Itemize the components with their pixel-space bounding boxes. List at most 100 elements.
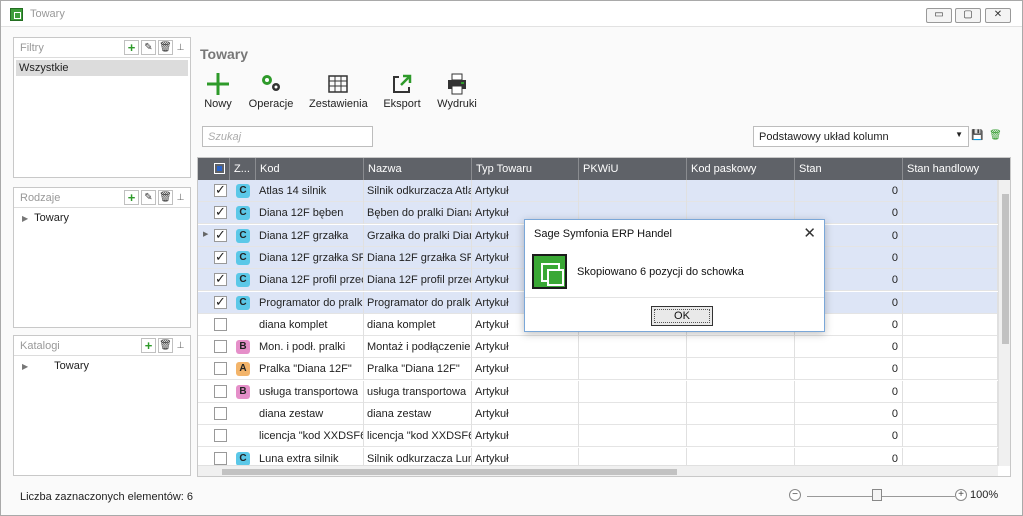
table-cell: usługa transportowa (364, 380, 472, 403)
category-badge: C (236, 273, 250, 288)
table-cell: diana komplet (256, 313, 364, 336)
rodzaje-title: Rodzaje (20, 192, 61, 204)
column-header-stan-handlowy[interactable]: Stan handlowy (903, 158, 1010, 180)
table-cell: Mon. i podł. pralki (256, 336, 364, 359)
delete-katalog-icon[interactable]: 🗑 (158, 338, 173, 353)
selected-count: Liczba zaznaczonych elementów: 6 (20, 491, 194, 503)
scroll-thumb[interactable] (1002, 194, 1009, 344)
row-checkbox[interactable] (214, 451, 227, 465)
column-header-nazwa[interactable]: Nazwa (364, 158, 472, 180)
edit-filter-icon[interactable]: ✎ (141, 40, 156, 55)
table-row[interactable]: Busługa transportowa usługa transportowa A… (198, 380, 998, 403)
operacje-button[interactable]: Operacje (248, 71, 294, 110)
row-checkbox[interactable]: ✓ (214, 228, 227, 242)
horizontal-scrollbar[interactable] (198, 465, 998, 476)
expand-arrow-icon[interactable]: ▶ (22, 362, 28, 371)
edit-rodzaj-icon[interactable]: ✎ (141, 190, 156, 205)
row-checkbox[interactable] (214, 317, 227, 331)
zoom-in-icon[interactable]: + (955, 489, 967, 501)
app-window: Towary ▭ ▢ ✕ Filtry + ✎ 🗑 ⊥ Wszystkie Ro… (0, 0, 1023, 516)
row-checkbox[interactable]: ✓ (214, 295, 227, 309)
row-checkbox[interactable]: ✓ (214, 183, 227, 197)
category-badge: C (236, 250, 250, 265)
pin-icon[interactable]: ⊥ (175, 338, 186, 353)
table-cell: Diana 12F grzałka SP (256, 246, 364, 269)
column-header-typ[interactable]: Typ Towaru (472, 158, 579, 180)
row-checkbox[interactable]: ✓ (214, 205, 227, 220)
expand-arrow-icon[interactable]: ▶ (22, 214, 28, 223)
row-checkbox[interactable] (214, 340, 227, 354)
table-cell: Atlas 14 silnik (256, 180, 364, 202)
table-cell (903, 291, 998, 314)
vertical-scrollbar[interactable] (998, 180, 1010, 466)
add-filter-icon[interactable]: + (124, 40, 139, 55)
table-row[interactable]: ✓ C Atlas 14 silnik Silnik odkurzacza Atlas… (198, 180, 998, 202)
new-button[interactable]: Nowy (204, 71, 232, 110)
table-cell: Pralka "Diana 12F" (256, 358, 364, 381)
table-cell (579, 425, 687, 448)
table-cell (687, 380, 795, 403)
zestawienia-label: Zestawienia (309, 98, 368, 110)
column-header-pkwiu[interactable]: PKWiU (579, 158, 687, 180)
table-cell: Programator do pralk (364, 291, 472, 314)
scroll-thumb[interactable] (222, 469, 677, 475)
app-logo-icon (532, 254, 567, 289)
restore-button[interactable]: ▢ (955, 8, 981, 23)
column-header-kod-paskowy[interactable]: Kod paskowy (687, 158, 795, 180)
save-layout-icon[interactable]: 💾 (970, 129, 985, 144)
gears-icon (248, 71, 294, 97)
row-checkbox[interactable] (214, 384, 227, 398)
table-row[interactable]: A Pralka "Diana 12F" Pralka "Diana 12F" Art… (198, 358, 998, 381)
category-badge: C (236, 228, 250, 243)
close-icon[interactable]: ✕ (803, 224, 816, 242)
header-select-all[interactable] (210, 158, 230, 180)
printer-icon (436, 71, 478, 97)
delete-rodzaj-icon[interactable]: 🗑 (158, 190, 173, 205)
column-header-kod[interactable]: Kod (256, 158, 364, 180)
table-cell: Artykuł (472, 403, 579, 425)
row-checkbox[interactable]: ✓ (214, 250, 227, 264)
table-cell: 0 (795, 380, 903, 403)
layout-selected-value: Podstawowy układ kolumn (759, 131, 889, 143)
table-row[interactable]: diana zestaw diana zestaw Artykuł 0 (198, 403, 998, 425)
column-header-z[interactable]: Z... (230, 158, 256, 180)
delete-layout-icon[interactable]: 🗑 (988, 129, 1003, 144)
delete-filter-icon[interactable]: 🗑 (158, 40, 173, 55)
tree-item-katalog-towary[interactable]: ▶ Towary (14, 356, 190, 376)
minimize-button[interactable]: ▭ (926, 8, 952, 23)
row-checkbox[interactable] (214, 362, 227, 376)
zoom-level: 100% (970, 489, 999, 501)
rodzaje-header: Rodzaje + ✎ 🗑 ⊥ (14, 188, 190, 208)
row-checkbox[interactable]: ✓ (214, 272, 227, 287)
zoom-slider-thumb[interactable] (872, 489, 882, 501)
zestawienia-button[interactable]: Zestawienia (309, 71, 368, 110)
wydruki-button[interactable]: Wydruki (436, 71, 478, 110)
add-rodzaj-icon[interactable]: + (124, 190, 139, 205)
pin-icon[interactable]: ⊥ (175, 40, 186, 55)
tree-item-towary[interactable]: ▶ Towary (14, 208, 190, 228)
zoom-out-icon[interactable]: − (789, 489, 801, 501)
row-checkbox[interactable] (214, 407, 227, 420)
table-cell: Diana 12F grzałka SP (364, 246, 472, 269)
filter-item-wszystkie[interactable]: Wszystkie (16, 60, 188, 76)
ok-button[interactable]: OK (651, 306, 713, 326)
column-header-stan[interactable]: Stan (795, 158, 903, 180)
table-cell: Diana 12F bęben (256, 202, 364, 225)
tree-item-label: Towary (34, 212, 69, 224)
table-row[interactable]: B Mon. i podł. pralki Montaż i podłączenie… (198, 336, 998, 359)
chevron-down-icon[interactable]: ▼ (955, 130, 963, 139)
table-cell: 0 (795, 425, 903, 448)
search-input[interactable]: Szukaj (202, 126, 373, 147)
pin-icon[interactable]: ⊥ (175, 190, 186, 205)
table-cell (903, 269, 998, 292)
column-layout-select[interactable]: Podstawowy układ kolumn ▼ (753, 126, 969, 147)
table-cell: Diana 12F grzałka (256, 224, 364, 247)
table-cell: Montaż i podłączenie (364, 336, 472, 359)
add-katalog-icon[interactable]: + (141, 338, 156, 353)
eksport-button[interactable]: Eksport (382, 71, 422, 110)
table-row[interactable]: licencja "kod XXDSF6 licencja "kod XXDSF6… (198, 425, 998, 448)
close-window-button[interactable]: ✕ (985, 8, 1011, 23)
table-cell (903, 202, 998, 225)
table-cell: Artykuł (472, 425, 579, 448)
row-checkbox[interactable] (214, 429, 227, 443)
